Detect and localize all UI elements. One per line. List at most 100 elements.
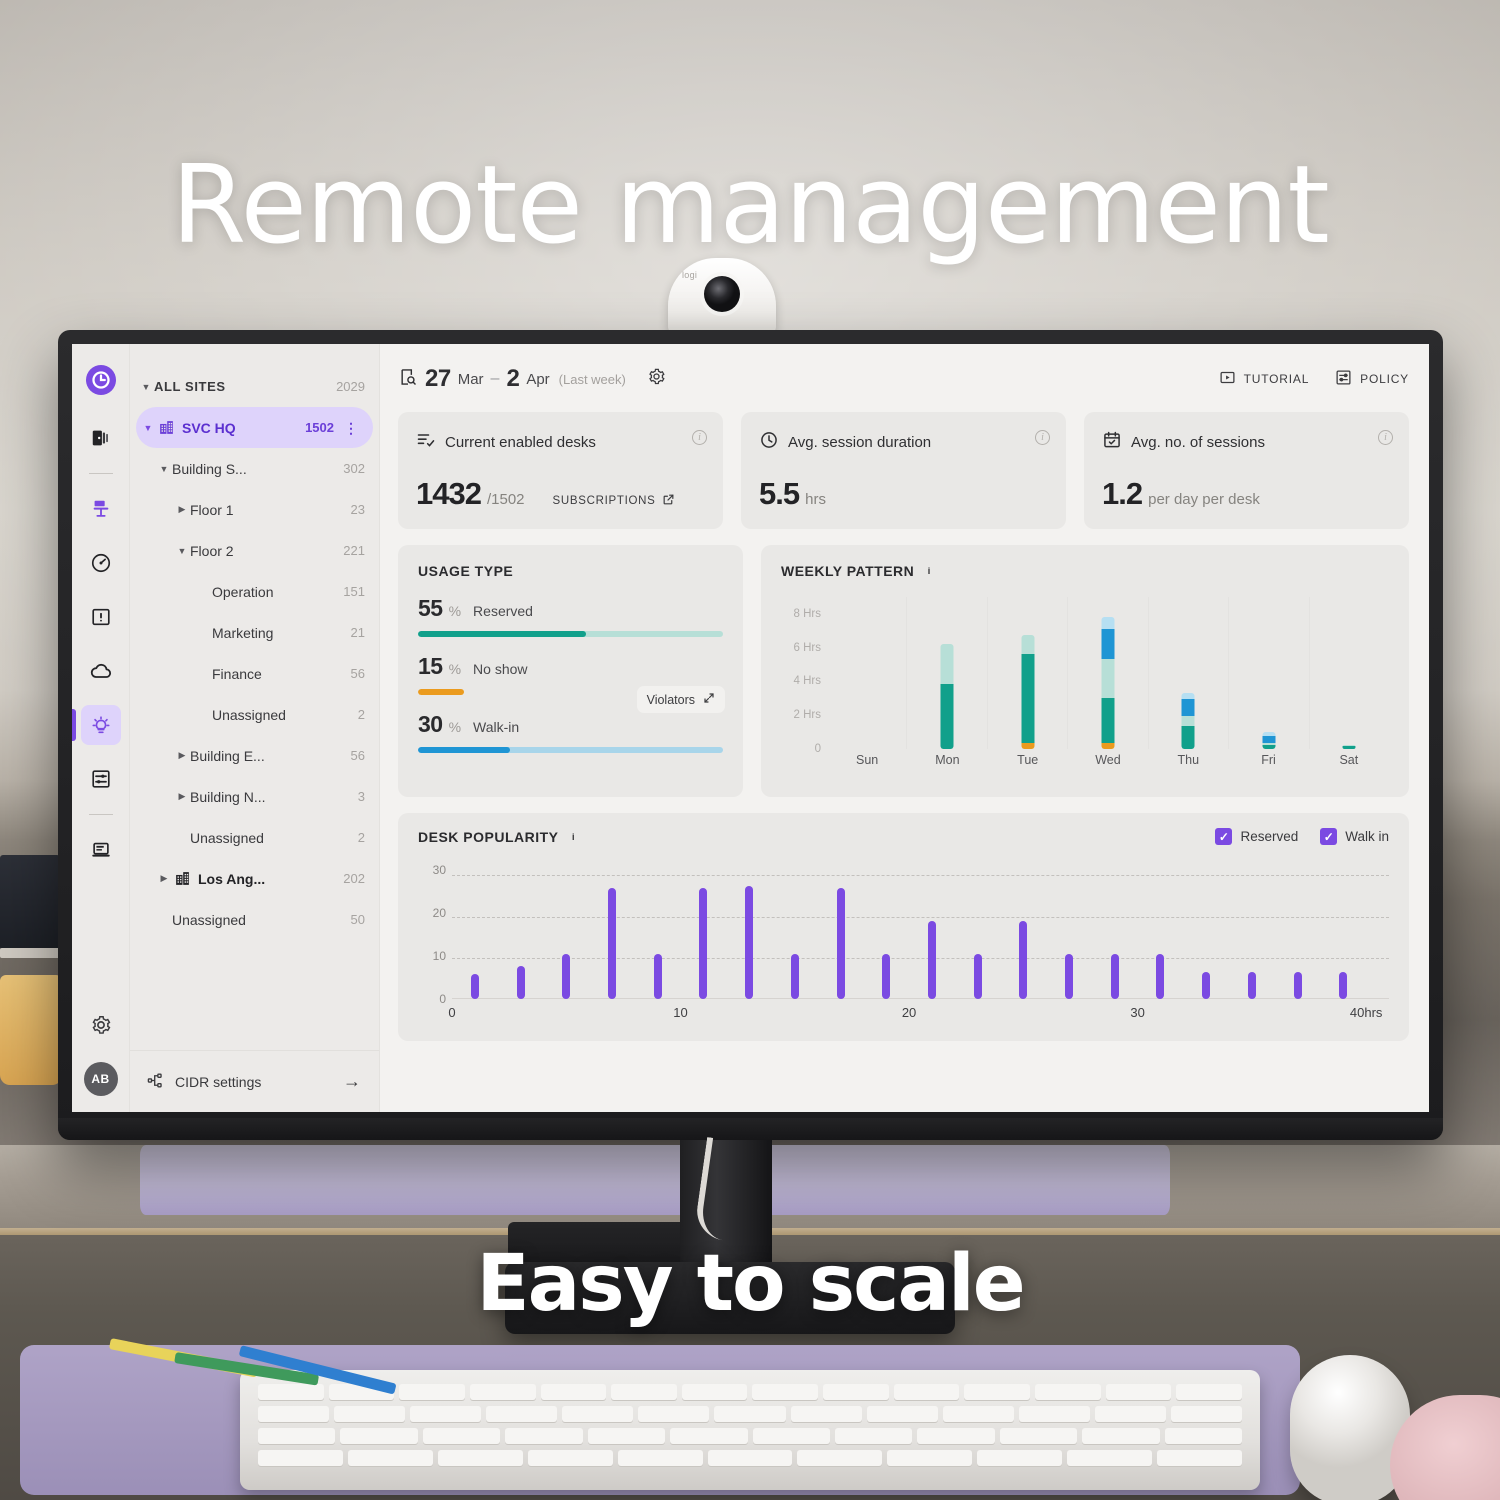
weekly-pattern-info-icon[interactable]: i [922,564,936,578]
weekly-x-label: Fri [1261,753,1276,767]
usage-bar-header: 30% Walk-in [418,711,723,738]
tree-row-count: 202 [343,871,365,886]
tutorial-button[interactable]: TUTORIAL [1219,369,1310,389]
weekly-stacked-bar[interactable] [1181,693,1195,749]
tree-row-svc-hq[interactable]: ▼ SVC HQ 1502 ⋮ [136,407,373,448]
desk-bar[interactable] [745,885,754,999]
tree-row-unassigned[interactable]: Unassigned 2 [130,694,379,735]
legend-item-reserved[interactable]: ✓ Reserved [1215,828,1298,845]
tree-row-los-ang[interactable]: ▶ Los Ang... 202 [130,858,379,899]
legend-label: Walk in [1345,829,1389,844]
desk-bar[interactable] [1065,953,1074,999]
weekly-column-thu [1147,597,1228,749]
tree-row-count: 3 [357,789,365,804]
desk-x-tick: 30 [1130,1005,1145,1020]
tree-caret-icon[interactable]: ▶ [174,504,190,515]
legend-checkbox[interactable]: ✓ [1320,828,1338,845]
desk-bar[interactable] [607,887,616,999]
settings-gear-icon[interactable] [81,1005,121,1045]
date-start-day: 27 [425,365,451,392]
controls-icon[interactable] [81,759,121,799]
rooms-icon[interactable] [81,418,121,458]
analytics-gauge-icon[interactable] [81,543,121,583]
weekly-stacked-bar[interactable] [940,644,954,749]
weekly-x-label: Mon [935,753,960,767]
site-tree-sidebar: ▼ ALL SITES 2029 ▼ SVC HQ 1502 ⋮ ▼ Building S...… [130,344,380,1112]
tree-row-menu-icon[interactable]: ⋮ [344,421,359,435]
desk-bar[interactable] [1019,920,1028,999]
desk-popularity-legend: ✓ Reserved ✓ Walk in [1215,828,1389,845]
weekly-stacked-bar[interactable] [1021,635,1035,749]
kpi-info-icon[interactable]: i [1378,430,1393,445]
tree-row-label: Building S... [172,460,247,477]
tree-row-count: 221 [343,543,365,558]
tree-row-building-n[interactable]: ▶ Building N... 3 [130,776,379,817]
tree-row-marketing[interactable]: Marketing 21 [130,612,379,653]
desk-bar[interactable] [653,953,662,999]
tree-row-floor-2[interactable]: ▼ Floor 2 221 [130,530,379,571]
tree-caret-icon[interactable]: ▼ [156,464,172,474]
tree-row-floor-1[interactable]: ▶ Floor 1 23 [130,489,379,530]
devices-icon[interactable] [81,830,121,870]
tree-row-building-s[interactable]: ▼ Building S... 302 [130,448,379,489]
usage-bar-header: 15% No show [418,653,723,680]
desk-bar[interactable] [1339,972,1348,999]
desk-x-tick: 10 [673,1005,688,1020]
desk-bar[interactable] [790,953,799,999]
tree-row-all-sites[interactable]: ▼ ALL SITES 2029 [130,366,379,407]
sidebar-item-insights[interactable] [72,705,121,745]
desk-bar[interactable] [516,966,525,999]
weekly-stacked-bar[interactable] [1262,732,1276,749]
desk-bar[interactable] [1110,953,1119,999]
app-logo-icon[interactable] [85,365,116,395]
tree-caret-icon[interactable]: ▶ [174,750,190,761]
desk-bar[interactable] [470,974,479,999]
kpi-info-icon[interactable]: i [692,430,707,445]
desk-bar[interactable] [927,920,936,999]
desk-bar[interactable] [1247,972,1256,999]
user-avatar[interactable]: AB [83,1062,118,1096]
tree-caret-icon[interactable]: ▶ [174,791,190,802]
weekly-pattern-title-text: WEEKLY PATTERN [781,563,915,579]
weekly-stacked-bar[interactable] [1342,744,1356,749]
desk-bar[interactable] [1202,972,1211,999]
weekly-stacked-bar[interactable] [1101,617,1115,749]
tree-row-finance[interactable]: Finance 56 [130,653,379,694]
date-range-selector[interactable]: 27 Mar – 2 Apr (Last week) [398,365,666,393]
kpi-info-icon[interactable]: i [1035,430,1050,445]
weekly-x-label: Sat [1339,753,1359,767]
legend-checkbox[interactable]: ✓ [1215,828,1233,845]
desk-bar[interactable] [699,887,708,999]
weekly-x-axis-labels: Sun Mon Tue Wed Thu Fri Sat [827,753,1389,783]
weekly-pattern-chart: 0 2 Hrs 4 Hrs 6 Hrs 8 Hrs Sun Mon Tue Wed Thu Fri… [781,597,1389,783]
desk-bar[interactable] [836,887,845,999]
legend-item-walk-in[interactable]: ✓ Walk in [1320,828,1389,845]
desk-popularity-info-icon[interactable]: i [567,830,581,844]
date-settings-gear-icon[interactable] [647,367,666,391]
weekly-column-sun [827,597,906,749]
tree-caret-icon[interactable]: ▼ [140,423,156,433]
cloud-icon[interactable] [81,651,121,691]
tree-row-operation[interactable]: Operation 151 [130,571,379,612]
desk-bar[interactable] [562,953,571,999]
desk-bar[interactable] [973,953,982,999]
tree-row-unassigned[interactable]: Unassigned 2 [130,817,379,858]
usage-bar-label: Walk-in [473,719,520,735]
desk-bar[interactable] [882,953,891,999]
violators-button[interactable]: Violators [636,686,725,713]
tree-caret-icon[interactable]: ▼ [174,546,190,556]
alerts-icon[interactable] [81,597,121,637]
tree-caret-icon[interactable]: ▼ [138,382,154,392]
policy-button[interactable]: POLICY [1335,369,1409,389]
desk-bar[interactable] [1156,953,1165,999]
tree-row-building-e[interactable]: ▶ Building E... 56 [130,735,379,776]
tree-row-count: 151 [343,584,365,599]
desk-bar[interactable] [1293,972,1302,999]
tree-row-unassigned[interactable]: Unassigned 50 [130,899,379,940]
monitor-bezel: AB ▼ ALL SITES 2029 ▼ SVC HQ 1502 ⋮ ▼ Building S… [58,330,1443,1140]
subscriptions-link[interactable]: SUBSCRIPTIONS [553,493,675,509]
tree-caret-icon[interactable]: ▶ [156,873,172,884]
tree-row-label: Operation [212,583,274,600]
cidr-settings-row[interactable]: CIDR settings → [130,1050,379,1112]
desk-booking-icon[interactable] [81,489,121,529]
